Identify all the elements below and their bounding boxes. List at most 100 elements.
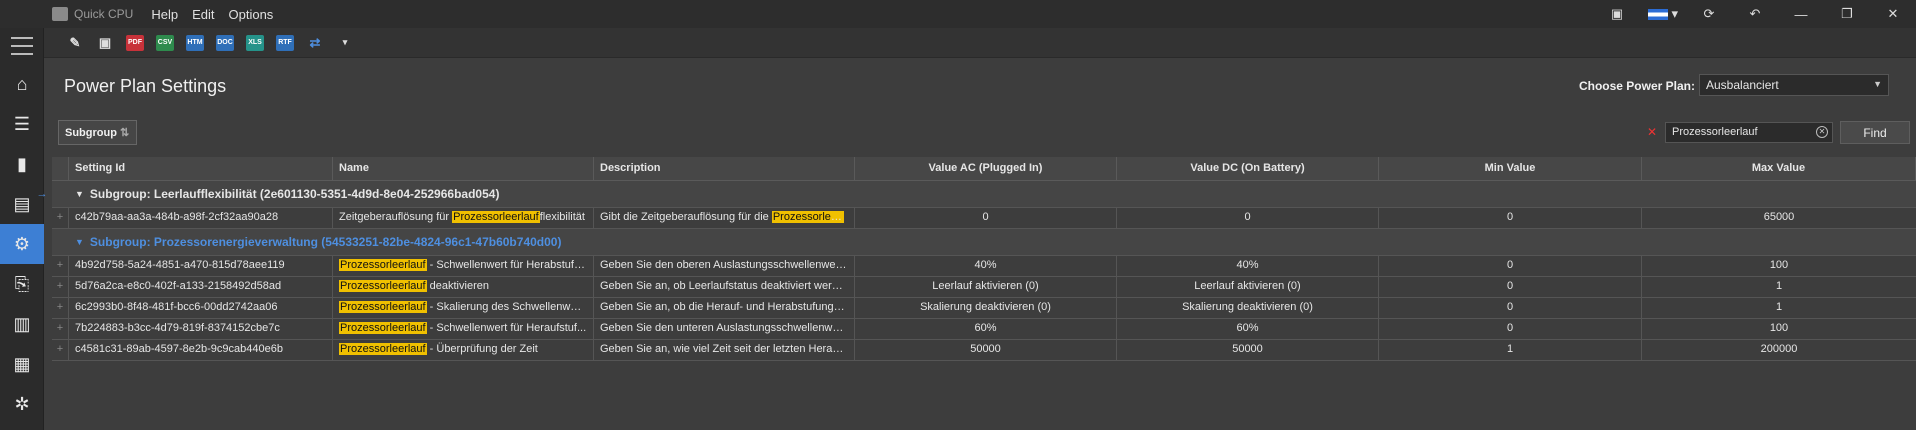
- bar-chart-icon[interactable]: ▮: [0, 144, 44, 184]
- chevron-down-icon[interactable]: ▾: [336, 35, 354, 51]
- gear-icon[interactable]: ✲: [0, 384, 44, 424]
- cell-setting-id: 7b224883-b3cc-4d79-819f-8374152cbe7c: [69, 319, 333, 339]
- cell-min: 1: [1379, 340, 1642, 360]
- cell-min: 0: [1379, 319, 1642, 339]
- cell-description: Gibt die Zeitgeberauflösung für die Proz…: [594, 208, 855, 228]
- cell-value-ac: Leerlauf aktivieren (0): [855, 277, 1117, 297]
- col-value-dc[interactable]: Value DC (On Battery): [1117, 157, 1379, 180]
- subgroup-chip-label: Subgroup: [65, 127, 117, 139]
- cell-description: Geben Sie an, ob Leerlaufstatus deaktivi…: [594, 277, 855, 297]
- group-row[interactable]: → ▼ Subgroup: Leerlaufflexibilität (2e60…: [37, 181, 1916, 208]
- clear-search-icon[interactable]: ✕: [1816, 126, 1828, 138]
- find-button[interactable]: Find: [1840, 121, 1910, 144]
- save-icon[interactable]: ▣: [96, 35, 114, 51]
- plan-select[interactable]: Ausbalanciert ▼: [1699, 74, 1889, 96]
- menu-help[interactable]: Help: [151, 7, 178, 22]
- table-row[interactable]: + c4581c31-89ab-4597-8e2b-9c9cab440e6b P…: [52, 340, 1916, 361]
- cell-value-ac: 60%: [855, 319, 1117, 339]
- export-csv-icon[interactable]: CSV: [156, 34, 174, 51]
- app-title: Quick CPU: [74, 7, 134, 21]
- table-row[interactable]: + c42b79aa-aa3a-484b-a98f-2cf32aa90a28 Z…: [52, 208, 1916, 229]
- expand-icon[interactable]: +: [52, 277, 69, 297]
- export-pdf-icon[interactable]: PDF: [126, 34, 144, 51]
- image-icon[interactable]: ▣: [1594, 6, 1640, 22]
- menu-bar: Help Edit Options: [151, 7, 287, 22]
- col-max[interactable]: Max Value: [1642, 157, 1916, 180]
- refresh-icon[interactable]: ⟳: [1686, 6, 1732, 22]
- sort-icon: ⇅: [120, 127, 130, 139]
- app-icon: [52, 7, 68, 21]
- cell-value-ac: 0: [855, 208, 1117, 228]
- cell-value-dc: Skalierung deaktivieren (0): [1117, 298, 1379, 318]
- clear-filter-icon[interactable]: ✕: [1647, 125, 1657, 139]
- plan-value: Ausbalanciert: [1706, 78, 1779, 92]
- cell-min: 0: [1379, 256, 1642, 276]
- chip-icon[interactable]: ▦: [0, 344, 44, 384]
- document-search-icon[interactable]: ⎘: [0, 264, 44, 304]
- export-rtf-icon[interactable]: RTF: [276, 34, 294, 51]
- table-row[interactable]: + 7b224883-b3cc-4d79-819f-8374152cbe7c P…: [52, 319, 1916, 340]
- cell-name: Prozessorleerlauf - Schwellenwert für He…: [333, 319, 594, 339]
- power-settings-icon[interactable]: ⚙: [0, 224, 44, 264]
- expand-icon[interactable]: +: [52, 256, 69, 276]
- cell-setting-id: 5d76a2ca-e8c0-402f-a133-2158492d58ad: [69, 277, 333, 297]
- edit-icon[interactable]: ✎: [66, 35, 84, 51]
- cell-max: 100: [1769, 259, 1789, 271]
- col-name[interactable]: Name: [333, 157, 594, 180]
- table-row[interactable]: + 6c2993b0-8f48-481f-bcc6-00dd2742aa06 P…: [52, 298, 1916, 319]
- sync-icon[interactable]: ⇄: [306, 35, 324, 51]
- search-highlight: Prozessorleerlauf: [339, 259, 427, 271]
- col-value-ac[interactable]: Value AC (Plugged In): [855, 157, 1117, 180]
- expand-icon[interactable]: +: [52, 208, 69, 228]
- hamburger-icon[interactable]: [0, 28, 44, 64]
- sidebar: ⌂ ☰ ▮ ▤ ⚙ ⎘ ▥ ▦ ✲: [0, 28, 44, 430]
- subgroup-chip[interactable]: Subgroup ⇅: [58, 120, 137, 145]
- cell-setting-id: 4b92d758-5a24-4851-a470-815d78aee119: [69, 256, 333, 276]
- menu-options[interactable]: Options: [229, 7, 274, 22]
- col-min[interactable]: Min Value: [1379, 157, 1642, 180]
- cell-max: 65000: [1763, 211, 1795, 223]
- export-html-icon[interactable]: HTM: [186, 34, 204, 51]
- undo-icon[interactable]: ↶: [1732, 6, 1778, 22]
- restore-button[interactable]: ❐: [1824, 6, 1870, 22]
- tree-icon[interactable]: ☰: [0, 104, 44, 144]
- cell-value-ac: Skalierung deaktivieren (0): [855, 298, 1117, 318]
- search-highlight: Prozessorleerlauf: [339, 322, 427, 334]
- flag-icon[interactable]: ▾: [1640, 6, 1686, 22]
- cell-description: Geben Sie an, wie viel Zeit seit der let…: [594, 340, 855, 360]
- search-value: Prozessorleerlauf: [1672, 126, 1758, 138]
- cell-value-dc: 40%: [1117, 256, 1379, 276]
- book-icon[interactable]: ▥: [0, 304, 44, 344]
- close-button[interactable]: ✕: [1870, 6, 1916, 22]
- group-bar: Subgroup ⇅ ✕ Prozessorleerlauf ✕ Find: [52, 117, 1916, 151]
- group-row[interactable]: ▼ Subgroup: Prozessorenergieverwaltung (…: [52, 229, 1916, 256]
- table-row[interactable]: + 4b92d758-5a24-4851-a470-815d78aee119 P…: [52, 256, 1916, 277]
- menu-edit[interactable]: Edit: [192, 7, 214, 22]
- minimize-button[interactable]: —: [1778, 7, 1824, 22]
- cell-value-dc: 50000: [1117, 340, 1379, 360]
- cell-max: 1: [1775, 301, 1783, 313]
- cell-max: 1: [1775, 280, 1783, 292]
- home-icon[interactable]: ⌂: [0, 64, 44, 104]
- chevron-down-icon[interactable]: ▼: [75, 237, 84, 247]
- cell-value-ac: 40%: [855, 256, 1117, 276]
- expand-icon[interactable]: +: [52, 298, 69, 318]
- search-input[interactable]: Prozessorleerlauf ✕: [1665, 122, 1833, 143]
- search-highlight: Prozessorleerlauf: [339, 301, 427, 313]
- chevron-down-icon[interactable]: ▼: [75, 189, 84, 199]
- export-docx-icon[interactable]: DOC: [216, 34, 234, 51]
- current-row-arrow-icon: →: [36, 188, 48, 200]
- expand-icon[interactable]: +: [52, 340, 69, 360]
- col-description[interactable]: Description: [594, 157, 855, 180]
- col-setting-id[interactable]: Setting Id: [69, 157, 333, 180]
- title-bar: Quick CPU Help Edit Options ▣ ▾ ⟳ ↶ — ❐ …: [0, 0, 1916, 28]
- expand-icon[interactable]: +: [52, 319, 69, 339]
- cell-name: Zeitgeberauflösung für Prozessorleerlauf…: [333, 208, 594, 228]
- settings-grid: Setting Id Name Description Value AC (Pl…: [37, 157, 1916, 361]
- cell-max: 200000: [1760, 343, 1798, 355]
- export-xls-icon[interactable]: XLS: [246, 34, 264, 51]
- group-title: Subgroup: Leerlaufflexibilität (2e601130…: [89, 187, 500, 201]
- table-row[interactable]: + 5d76a2ca-e8c0-402f-a133-2158492d58ad P…: [52, 277, 1916, 298]
- toolbar: ✎ ▣ PDF CSV HTM DOC XLS RTF ⇄ ▾: [44, 28, 1916, 58]
- grid-header: Setting Id Name Description Value AC (Pl…: [52, 157, 1916, 181]
